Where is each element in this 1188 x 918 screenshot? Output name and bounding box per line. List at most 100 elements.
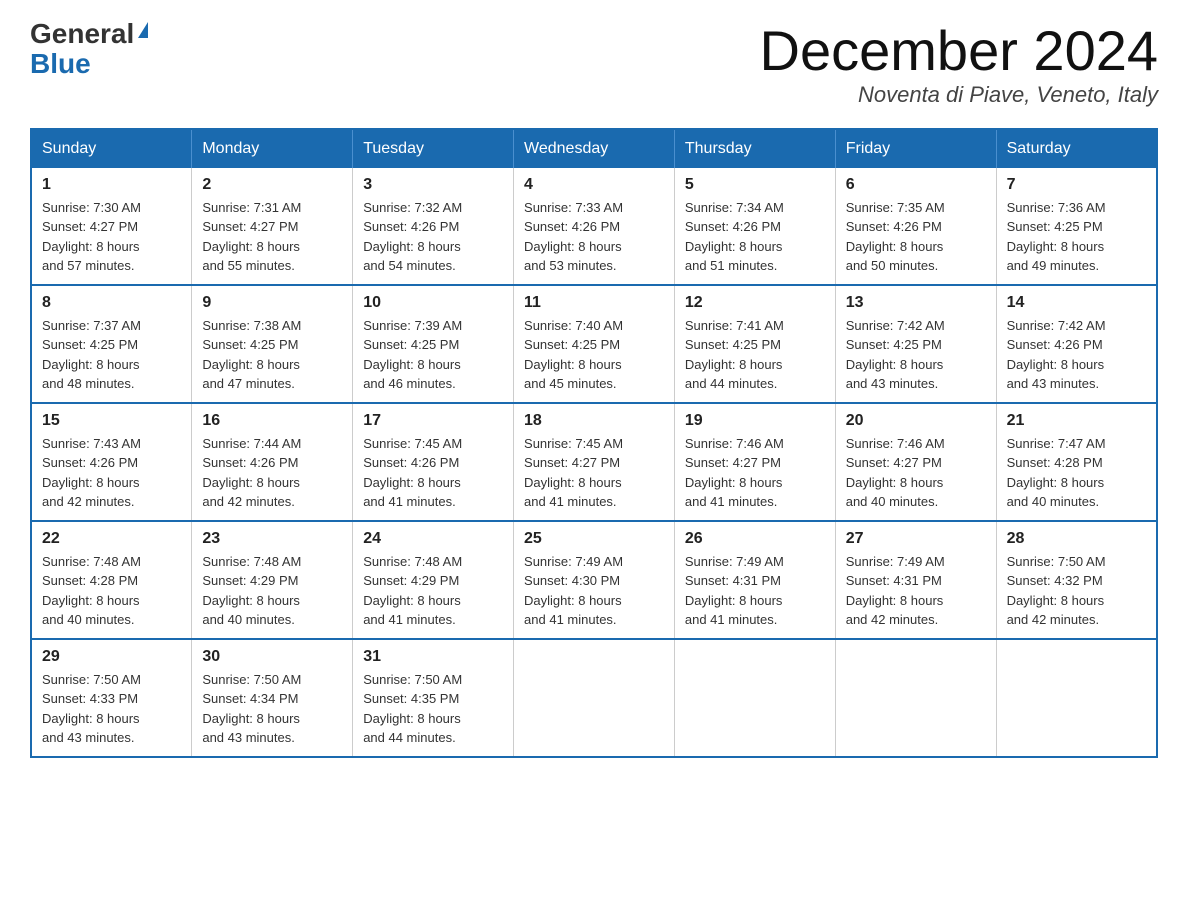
day-cell: 17 Sunrise: 7:45 AM Sunset: 4:26 PM Dayl… <box>353 403 514 521</box>
day-number: 17 <box>363 412 503 430</box>
day-number: 6 <box>846 176 986 194</box>
day-info: Sunrise: 7:36 AM Sunset: 4:25 PM Dayligh… <box>1007 198 1146 276</box>
day-info: Sunrise: 7:49 AM Sunset: 4:31 PM Dayligh… <box>685 552 825 630</box>
day-info: Sunrise: 7:42 AM Sunset: 4:25 PM Dayligh… <box>846 316 986 394</box>
day-cell: 18 Sunrise: 7:45 AM Sunset: 4:27 PM Dayl… <box>514 403 675 521</box>
day-number: 21 <box>1007 412 1146 430</box>
day-cell: 29 Sunrise: 7:50 AM Sunset: 4:33 PM Dayl… <box>31 639 192 757</box>
day-info: Sunrise: 7:31 AM Sunset: 4:27 PM Dayligh… <box>202 198 342 276</box>
day-info: Sunrise: 7:41 AM Sunset: 4:25 PM Dayligh… <box>685 316 825 394</box>
day-info: Sunrise: 7:32 AM Sunset: 4:26 PM Dayligh… <box>363 198 503 276</box>
day-cell: 11 Sunrise: 7:40 AM Sunset: 4:25 PM Dayl… <box>514 285 675 403</box>
day-info: Sunrise: 7:33 AM Sunset: 4:26 PM Dayligh… <box>524 198 664 276</box>
day-info: Sunrise: 7:50 AM Sunset: 4:33 PM Dayligh… <box>42 670 181 748</box>
title-section: December 2024 Noventa di Piave, Veneto, … <box>760 20 1158 108</box>
day-number: 30 <box>202 648 342 666</box>
day-info: Sunrise: 7:30 AM Sunset: 4:27 PM Dayligh… <box>42 198 181 276</box>
day-cell: 8 Sunrise: 7:37 AM Sunset: 4:25 PM Dayli… <box>31 285 192 403</box>
day-info: Sunrise: 7:34 AM Sunset: 4:26 PM Dayligh… <box>685 198 825 276</box>
day-info: Sunrise: 7:49 AM Sunset: 4:30 PM Dayligh… <box>524 552 664 630</box>
header-saturday: Saturday <box>996 129 1157 168</box>
day-cell: 5 Sunrise: 7:34 AM Sunset: 4:26 PM Dayli… <box>674 168 835 285</box>
day-number: 3 <box>363 176 503 194</box>
day-number: 20 <box>846 412 986 430</box>
day-cell: 20 Sunrise: 7:46 AM Sunset: 4:27 PM Dayl… <box>835 403 996 521</box>
day-number: 1 <box>42 176 181 194</box>
day-info: Sunrise: 7:37 AM Sunset: 4:25 PM Dayligh… <box>42 316 181 394</box>
day-cell: 12 Sunrise: 7:41 AM Sunset: 4:25 PM Dayl… <box>674 285 835 403</box>
day-info: Sunrise: 7:50 AM Sunset: 4:35 PM Dayligh… <box>363 670 503 748</box>
day-info: Sunrise: 7:39 AM Sunset: 4:25 PM Dayligh… <box>363 316 503 394</box>
day-cell: 10 Sunrise: 7:39 AM Sunset: 4:25 PM Dayl… <box>353 285 514 403</box>
page-header: General Blue December 2024 Noventa di Pi… <box>30 20 1158 108</box>
day-cell: 23 Sunrise: 7:48 AM Sunset: 4:29 PM Dayl… <box>192 521 353 639</box>
day-cell: 13 Sunrise: 7:42 AM Sunset: 4:25 PM Dayl… <box>835 285 996 403</box>
day-info: Sunrise: 7:48 AM Sunset: 4:29 PM Dayligh… <box>363 552 503 630</box>
day-info: Sunrise: 7:49 AM Sunset: 4:31 PM Dayligh… <box>846 552 986 630</box>
day-info: Sunrise: 7:48 AM Sunset: 4:29 PM Dayligh… <box>202 552 342 630</box>
day-number: 31 <box>363 648 503 666</box>
day-cell: 22 Sunrise: 7:48 AM Sunset: 4:28 PM Dayl… <box>31 521 192 639</box>
day-number: 27 <box>846 530 986 548</box>
day-info: Sunrise: 7:48 AM Sunset: 4:28 PM Dayligh… <box>42 552 181 630</box>
week-row-1: 1 Sunrise: 7:30 AM Sunset: 4:27 PM Dayli… <box>31 168 1157 285</box>
day-cell: 26 Sunrise: 7:49 AM Sunset: 4:31 PM Dayl… <box>674 521 835 639</box>
day-cell: 15 Sunrise: 7:43 AM Sunset: 4:26 PM Dayl… <box>31 403 192 521</box>
logo-blue-text: Blue <box>30 48 91 80</box>
day-number: 29 <box>42 648 181 666</box>
day-info: Sunrise: 7:50 AM Sunset: 4:34 PM Dayligh… <box>202 670 342 748</box>
day-number: 22 <box>42 530 181 548</box>
day-info: Sunrise: 7:40 AM Sunset: 4:25 PM Dayligh… <box>524 316 664 394</box>
day-info: Sunrise: 7:45 AM Sunset: 4:26 PM Dayligh… <box>363 434 503 512</box>
day-info: Sunrise: 7:38 AM Sunset: 4:25 PM Dayligh… <box>202 316 342 394</box>
day-number: 7 <box>1007 176 1146 194</box>
day-cell: 24 Sunrise: 7:48 AM Sunset: 4:29 PM Dayl… <box>353 521 514 639</box>
day-number: 9 <box>202 294 342 312</box>
day-number: 5 <box>685 176 825 194</box>
day-cell <box>514 639 675 757</box>
day-number: 16 <box>202 412 342 430</box>
day-number: 23 <box>202 530 342 548</box>
day-number: 18 <box>524 412 664 430</box>
day-number: 25 <box>524 530 664 548</box>
day-info: Sunrise: 7:46 AM Sunset: 4:27 PM Dayligh… <box>846 434 986 512</box>
day-info: Sunrise: 7:47 AM Sunset: 4:28 PM Dayligh… <box>1007 434 1146 512</box>
day-info: Sunrise: 7:44 AM Sunset: 4:26 PM Dayligh… <box>202 434 342 512</box>
day-number: 12 <box>685 294 825 312</box>
day-number: 2 <box>202 176 342 194</box>
day-info: Sunrise: 7:43 AM Sunset: 4:26 PM Dayligh… <box>42 434 181 512</box>
day-info: Sunrise: 7:46 AM Sunset: 4:27 PM Dayligh… <box>685 434 825 512</box>
logo: General Blue <box>30 20 148 80</box>
day-cell: 19 Sunrise: 7:46 AM Sunset: 4:27 PM Dayl… <box>674 403 835 521</box>
day-info: Sunrise: 7:35 AM Sunset: 4:26 PM Dayligh… <box>846 198 986 276</box>
week-row-5: 29 Sunrise: 7:50 AM Sunset: 4:33 PM Dayl… <box>31 639 1157 757</box>
day-cell: 4 Sunrise: 7:33 AM Sunset: 4:26 PM Dayli… <box>514 168 675 285</box>
day-cell: 9 Sunrise: 7:38 AM Sunset: 4:25 PM Dayli… <box>192 285 353 403</box>
day-number: 24 <box>363 530 503 548</box>
day-cell: 16 Sunrise: 7:44 AM Sunset: 4:26 PM Dayl… <box>192 403 353 521</box>
day-number: 28 <box>1007 530 1146 548</box>
day-info: Sunrise: 7:50 AM Sunset: 4:32 PM Dayligh… <box>1007 552 1146 630</box>
day-cell: 25 Sunrise: 7:49 AM Sunset: 4:30 PM Dayl… <box>514 521 675 639</box>
day-cell: 1 Sunrise: 7:30 AM Sunset: 4:27 PM Dayli… <box>31 168 192 285</box>
header-thursday: Thursday <box>674 129 835 168</box>
header-tuesday: Tuesday <box>353 129 514 168</box>
day-info: Sunrise: 7:42 AM Sunset: 4:26 PM Dayligh… <box>1007 316 1146 394</box>
day-cell: 3 Sunrise: 7:32 AM Sunset: 4:26 PM Dayli… <box>353 168 514 285</box>
day-cell: 7 Sunrise: 7:36 AM Sunset: 4:25 PM Dayli… <box>996 168 1157 285</box>
day-number: 26 <box>685 530 825 548</box>
day-cell <box>835 639 996 757</box>
day-number: 19 <box>685 412 825 430</box>
day-cell: 28 Sunrise: 7:50 AM Sunset: 4:32 PM Dayl… <box>996 521 1157 639</box>
calendar-table: SundayMondayTuesdayWednesdayThursdayFrid… <box>30 128 1158 758</box>
day-cell: 14 Sunrise: 7:42 AM Sunset: 4:26 PM Dayl… <box>996 285 1157 403</box>
header-sunday: Sunday <box>31 129 192 168</box>
day-cell <box>996 639 1157 757</box>
logo-general-text: General <box>30 20 134 48</box>
day-number: 8 <box>42 294 181 312</box>
day-cell: 31 Sunrise: 7:50 AM Sunset: 4:35 PM Dayl… <box>353 639 514 757</box>
week-row-3: 15 Sunrise: 7:43 AM Sunset: 4:26 PM Dayl… <box>31 403 1157 521</box>
day-number: 15 <box>42 412 181 430</box>
day-cell: 6 Sunrise: 7:35 AM Sunset: 4:26 PM Dayli… <box>835 168 996 285</box>
day-cell <box>674 639 835 757</box>
